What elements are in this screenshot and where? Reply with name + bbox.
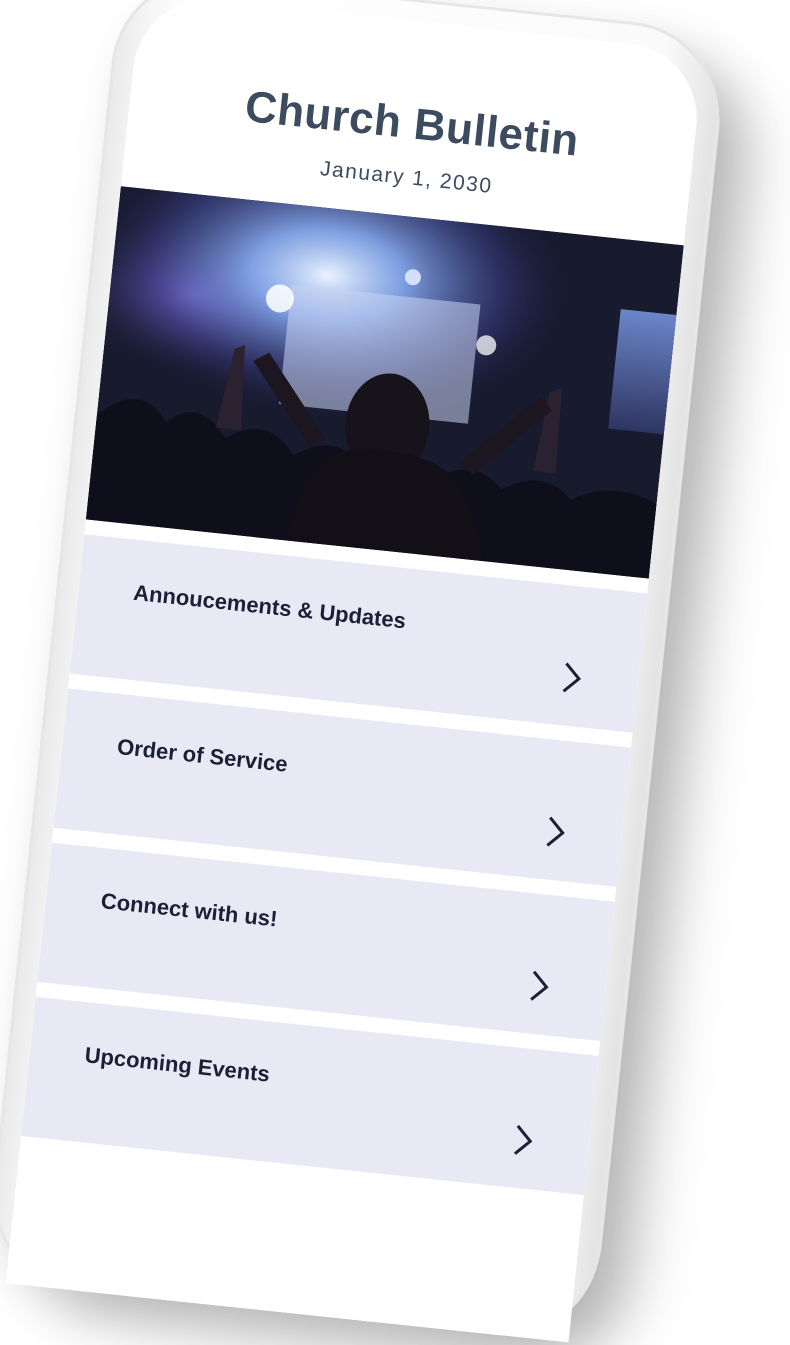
worship-photo-icon — [85, 186, 684, 579]
chevron-right-icon — [530, 970, 549, 1001]
app-screen: Church Bulletin January 1, 2030 Annoucem… — [5, 0, 705, 1343]
menu-item-label: Order of Service — [115, 733, 289, 777]
chevron-right-icon — [513, 1124, 533, 1155]
chevron-right-icon — [562, 662, 581, 693]
menu-item-label: Upcoming Events — [83, 1042, 271, 1087]
hero-image — [85, 186, 684, 579]
menu-item-label: Connect with us! — [99, 888, 279, 932]
phone-frame: Church Bulletin January 1, 2030 Annoucem… — [0, 0, 729, 1345]
menu-item-label: Annoucements & Updates — [132, 579, 408, 634]
menu-list: Annoucements & Updates Order of Service … — [19, 534, 648, 1210]
chevron-right-icon — [546, 816, 565, 847]
